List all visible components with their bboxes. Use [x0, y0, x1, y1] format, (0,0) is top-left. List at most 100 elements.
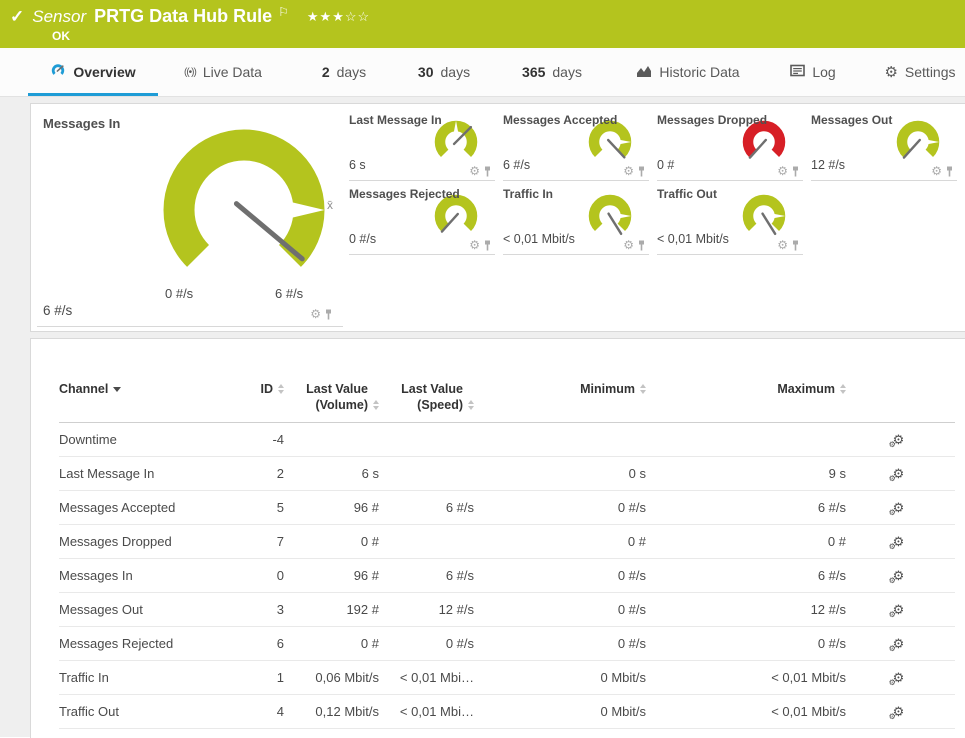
- gauge-corner-icons: ⚙: [623, 165, 646, 177]
- flag-icon[interactable]: ⚐: [278, 5, 289, 19]
- gauge-gear-icon[interactable]: ⚙: [777, 165, 788, 177]
- gauge-value: 0 #/s: [349, 232, 377, 246]
- gauge-cell-last-message-in[interactable]: Last Message In 6 s ⚙: [349, 108, 495, 181]
- column-header-speed[interactable]: Last Value (Speed): [379, 381, 474, 413]
- last-value-volume-cell: 96 #: [353, 500, 379, 515]
- channel-id-cell: 5: [276, 500, 284, 515]
- gauge-gear-icon[interactable]: ⚙: [931, 165, 942, 177]
- gauge-pin-icon[interactable]: [791, 240, 800, 251]
- tab-number: 365: [522, 64, 546, 80]
- maximum-cell: 0 #/s: [817, 636, 846, 651]
- gauge-corner-icons: ⚙: [469, 239, 492, 251]
- channel-name-cell: Messages Out: [59, 602, 143, 617]
- channel-name-cell: Last Message In: [59, 466, 155, 481]
- gauge-gear-icon[interactable]: ⚙: [623, 165, 634, 177]
- sensor-type-label: Sensor: [32, 6, 87, 26]
- column-header-channel[interactable]: Channel: [59, 381, 239, 397]
- gauge-value: 6 s: [349, 158, 366, 172]
- channel-id-cell: 6: [276, 636, 284, 651]
- channel-settings-gears-icon[interactable]: ⚙ ⚙: [889, 602, 905, 619]
- gauge-pin-icon[interactable]: [791, 166, 800, 177]
- column-header-max[interactable]: Maximum: [646, 381, 846, 397]
- tab-label: Overview: [73, 64, 136, 80]
- minimum-cell: 0 #/s: [617, 568, 646, 583]
- gauge-cell-traffic-in[interactable]: Traffic In < 0,01 Mbit/s ⚙: [503, 182, 649, 255]
- tab-live-data[interactable]: ((•)) Live Data: [180, 48, 266, 96]
- gauge-cell-messages-out[interactable]: Messages Out 12 #/s ⚙: [811, 108, 957, 181]
- tab-label: Live Data: [202, 64, 262, 80]
- gauge-cell-messages-rejected[interactable]: Messages Rejected 0 #/s ⚙: [349, 182, 495, 255]
- channel-settings-gears-icon[interactable]: ⚙ ⚙: [889, 466, 905, 483]
- gauge-label: Last Message In: [349, 113, 442, 127]
- column-label: Minimum: [580, 382, 635, 396]
- maximum-cell: 9 s: [828, 466, 846, 481]
- channel-actions-cell: ⚙ ⚙: [846, 568, 951, 585]
- minimum-cell: 0 #/s: [617, 500, 646, 515]
- gauge-cell-messages-in[interactable]: Messages In 0 #/s 6 #/s x̄ 6 #/s ⚙: [37, 108, 343, 327]
- tab-label: Settings: [904, 64, 956, 80]
- gauge-value: 6 #/s: [43, 303, 73, 318]
- channel-actions-cell: ⚙ ⚙: [846, 602, 951, 619]
- gauges-panel: Messages In 0 #/s 6 #/s x̄ 6 #/s ⚙ Last …: [30, 103, 965, 332]
- channel-id-cell: 2: [276, 466, 284, 481]
- channel-settings-gears-icon[interactable]: ⚙ ⚙: [889, 432, 905, 449]
- gauge-corner-icons: ⚙: [310, 308, 333, 320]
- channel-actions-cell: ⚙ ⚙: [846, 704, 951, 721]
- gauge-pin-icon[interactable]: [483, 240, 492, 251]
- tab-overview[interactable]: Overview: [28, 48, 158, 96]
- minimum-cell: 0 Mbit/s: [600, 670, 646, 685]
- gauge-cell-messages-dropped[interactable]: Messages Dropped 0 # ⚙: [657, 108, 803, 181]
- channel-settings-gears-icon[interactable]: ⚙ ⚙: [889, 568, 905, 585]
- column-header-min[interactable]: Minimum: [474, 381, 646, 397]
- column-header-vol[interactable]: Last Value (Volume): [284, 381, 379, 413]
- gauge-gear-icon[interactable]: ⚙: [623, 239, 634, 251]
- gauge-label: Messages Accepted: [503, 113, 618, 127]
- stars-empty: ☆☆: [344, 8, 371, 24]
- gauge-pin-icon[interactable]: [483, 166, 492, 177]
- last-value-speed-cell: 6 #/s: [445, 500, 474, 515]
- gauge-gear-icon[interactable]: ⚙: [310, 308, 321, 320]
- channel-id-cell: 3: [276, 602, 284, 617]
- channel-settings-gears-icon[interactable]: ⚙ ⚙: [889, 670, 905, 687]
- sensor-title: PRTG Data Hub Rule: [94, 6, 273, 26]
- gauge-cell-traffic-out[interactable]: Traffic Out < 0,01 Mbit/s ⚙: [657, 182, 803, 255]
- channel-settings-gears-icon[interactable]: ⚙ ⚙: [889, 534, 905, 551]
- last-value-volume-cell: 192 #: [346, 602, 379, 617]
- column-label: Last Value: [306, 382, 368, 396]
- gauge-pin-icon[interactable]: [637, 166, 646, 177]
- gauge-gear-icon[interactable]: ⚙: [777, 239, 788, 251]
- tab-settings[interactable]: ⚙ Settings: [880, 48, 960, 96]
- tab-365-days[interactable]: 365 days: [518, 48, 586, 96]
- gauge-corner-icons: ⚙: [931, 165, 954, 177]
- tab-2-days[interactable]: 2 days: [318, 48, 370, 96]
- maximum-cell: 6 #/s: [817, 500, 846, 515]
- table-row-messages-out: Messages Out 3 192 # 12 #/s 0 #/s 12 #/s ⚙ ⚙: [59, 593, 955, 627]
- table-row-messages-in: Messages In 0 96 # 6 #/s 0 #/s 6 #/s ⚙ ⚙: [59, 559, 955, 593]
- tab-30-days[interactable]: 30 days: [415, 48, 473, 96]
- channel-settings-gears-icon[interactable]: ⚙ ⚙: [889, 500, 905, 517]
- priority-stars[interactable]: ★★★☆☆: [307, 9, 370, 25]
- tab-historic-data[interactable]: Historic Data: [628, 48, 748, 96]
- gauge-cell-messages-accepted[interactable]: Messages Accepted 6 #/s ⚙: [503, 108, 649, 181]
- channel-name-cell: Traffic Out: [59, 704, 119, 719]
- channel-settings-gears-icon[interactable]: ⚙ ⚙: [889, 636, 905, 653]
- tab-log[interactable]: Log: [788, 48, 838, 96]
- channel-id-cell: 1: [276, 670, 284, 685]
- column-header-id[interactable]: ID: [239, 381, 284, 397]
- gauge-pin-icon[interactable]: [945, 166, 954, 177]
- gauge-pin-icon[interactable]: [637, 240, 646, 251]
- gauge-scale-max: 6 #/s: [275, 286, 304, 301]
- tab-label: Log: [812, 64, 836, 80]
- last-value-volume-cell: 96 #: [353, 568, 379, 583]
- tab-label: days: [440, 64, 471, 80]
- channel-settings-gears-icon[interactable]: ⚙ ⚙: [889, 704, 905, 721]
- channel-name-cell: Messages In: [59, 568, 133, 583]
- channel-name-cell: Messages Accepted: [59, 500, 176, 515]
- table-row-traffic-out: Traffic Out 4 0,12 Mbit/s < 0,01 Mbi… 0 Mbit…: [59, 695, 955, 729]
- gauge-gear-icon[interactable]: ⚙: [469, 239, 480, 251]
- maximum-cell: < 0,01 Mbit/s: [771, 670, 846, 685]
- channel-actions-cell: ⚙ ⚙: [846, 636, 951, 653]
- gauge-gear-icon[interactable]: ⚙: [469, 165, 480, 177]
- sensor-status: OK: [52, 29, 70, 43]
- gauge-pin-icon[interactable]: [324, 309, 333, 320]
